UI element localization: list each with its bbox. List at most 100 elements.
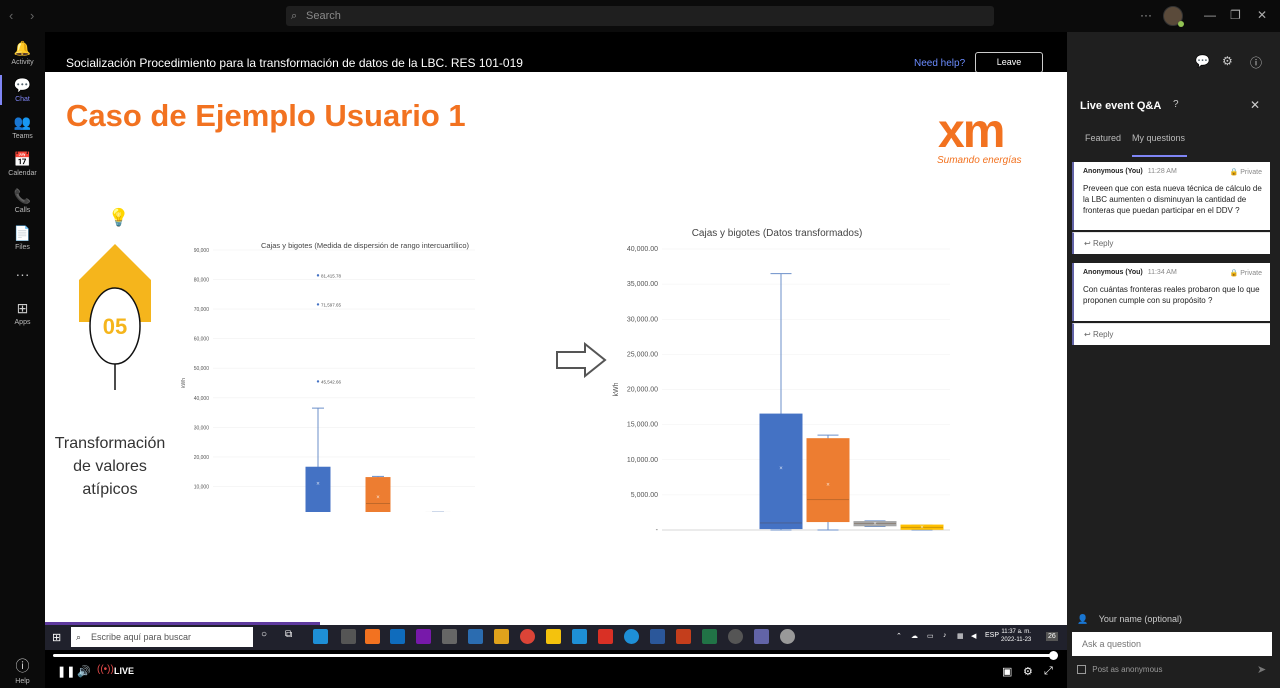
database-icon[interactable]: [442, 629, 457, 644]
powerpoint-icon[interactable]: [676, 629, 691, 644]
teams-app-icon[interactable]: [754, 629, 769, 644]
y-tick-label: 40,000.00: [627, 246, 658, 253]
language-label[interactable]: ESP: [985, 632, 999, 639]
y-tick-label: 30,000.00: [627, 316, 658, 323]
outlier-label: 45,542.66: [321, 379, 342, 384]
cortana-icon[interactable]: ○: [261, 629, 276, 644]
taskbar-search-placeholder: Escribe aquí para buscar: [91, 632, 192, 642]
help-icon[interactable]: ?: [1173, 99, 1179, 110]
y-tick-label: 35,000.00: [627, 281, 658, 288]
progress-bar[interactable]: [53, 654, 1055, 657]
arrow-right-icon: [556, 342, 607, 378]
live-indicator-icon: ((•)): [97, 664, 114, 675]
back-arrow-icon[interactable]: ‹: [9, 8, 13, 23]
minimize-icon[interactable]: —: [1204, 8, 1216, 22]
tab-underline: [1132, 155, 1187, 157]
tray-chevron-icon[interactable]: ⌃: [896, 632, 902, 640]
progress-knob[interactable]: [1049, 651, 1058, 660]
battery-icon[interactable]: ▭: [927, 632, 934, 640]
rail-item-apps[interactable]: ⊞ Apps: [0, 300, 45, 326]
rail-item-help[interactable]: ⓘ Help: [0, 656, 45, 685]
pause-icon[interactable]: ❚❚: [57, 665, 75, 678]
question-card: Anonymous (You) 11:28 AM 🔒 Private Preve…: [1072, 162, 1270, 230]
rail-item-files[interactable]: 📄 Files: [0, 225, 45, 251]
send-icon[interactable]: ➤: [1257, 663, 1266, 676]
search-icon: ⌕: [76, 632, 82, 642]
search-placeholder: Search: [306, 10, 341, 22]
apps-icon: ⊞: [16, 300, 29, 316]
rail-item-calls[interactable]: 📞 Calls: [0, 188, 45, 214]
question-text: Con cuántas fronteras reales probaron qu…: [1083, 285, 1260, 305]
player-controls: ❚❚ 🔊 ((•)) LIVE ▣ ⚙ ⤢: [45, 650, 1067, 688]
info-icon[interactable]: ⓘ: [1250, 54, 1262, 71]
outlook-icon[interactable]: [390, 629, 405, 644]
app-icon[interactable]: [546, 629, 561, 644]
taskbar-clock[interactable]: 11:37 a. m. 2022-11-23: [1001, 628, 1031, 644]
gear-icon[interactable]: ⚙: [1222, 54, 1233, 68]
qa-icon[interactable]: 💬: [1195, 54, 1210, 68]
avatar[interactable]: [1163, 6, 1184, 27]
close-icon[interactable]: ✕: [1250, 98, 1260, 112]
network-icon[interactable]: ▦: [957, 632, 964, 640]
excel-icon[interactable]: [702, 629, 717, 644]
pdf-icon[interactable]: [598, 629, 613, 644]
word-icon[interactable]: [650, 629, 665, 644]
maximize-icon[interactable]: ❐: [1230, 8, 1241, 22]
tab-my-questions[interactable]: My questions: [1132, 133, 1185, 143]
store-icon[interactable]: [341, 629, 356, 644]
more-options-icon[interactable]: ···: [1140, 8, 1152, 22]
folder-icon[interactable]: [494, 629, 509, 644]
name-label: Your name (optional): [1098, 614, 1182, 624]
rail-item-teams[interactable]: 👥 Teams: [0, 114, 45, 140]
windows-taskbar: ⊞ ⌕ Escribe aquí para buscar ○ ⧉ ⌃ ☁ ▭ ♪…: [45, 625, 1067, 650]
xm-app-icon[interactable]: [365, 629, 380, 644]
ask-question-input[interactable]: [1072, 632, 1272, 656]
captions-icon[interactable]: ▣: [1002, 665, 1012, 678]
question-author: Anonymous (You): [1083, 269, 1143, 276]
chrome-icon[interactable]: [520, 629, 535, 644]
volume-icon[interactable]: ◀: [971, 632, 976, 640]
rail-item-calendar[interactable]: 📅 Calendar: [0, 151, 45, 177]
private-badge: 🔒 Private: [1230, 168, 1262, 176]
name-field[interactable]: 👤 Your name (optional): [1077, 614, 1182, 625]
outlier-point: [316, 303, 320, 306]
reply-button[interactable]: ↩ Reply: [1072, 323, 1270, 345]
need-help-link[interactable]: Need help?: [914, 58, 965, 69]
post-anonymous-toggle[interactable]: Post as anonymous: [1077, 665, 1163, 675]
notification-badge[interactable]: 26: [1046, 632, 1058, 641]
edge-icon[interactable]: [313, 629, 328, 644]
leave-button[interactable]: Leave: [975, 52, 1043, 73]
app-icon[interactable]: [624, 629, 639, 644]
settings-icon[interactable]: [728, 629, 743, 644]
settings-icon[interactable]: ⚙: [1023, 665, 1033, 678]
rail-item-activity[interactable]: 🔔 Activity: [0, 40, 45, 66]
cloud-icon[interactable]: ☁: [911, 632, 918, 640]
chart-title: Cajas y bigotes (Medida de dispersión de…: [261, 241, 470, 250]
question-meta: Anonymous (You) 11:28 AM: [1083, 168, 1177, 175]
search-input[interactable]: ⌕ Search: [286, 6, 994, 26]
app-icon[interactable]: [780, 629, 795, 644]
rail-item-chat[interactable]: 💬 Chat: [0, 75, 45, 105]
y-tick-label: 80,000: [194, 278, 210, 284]
live-event-stage: Socialización Procedimiento para la tran…: [45, 32, 1067, 688]
onenote-icon[interactable]: [416, 629, 431, 644]
forward-arrow-icon[interactable]: ›: [30, 8, 34, 23]
windows-start-icon[interactable]: ⊞: [52, 631, 61, 644]
taskbar-search-input[interactable]: ⌕ Escribe aquí para buscar: [71, 627, 253, 647]
fullscreen-icon[interactable]: ⤢: [1044, 665, 1053, 678]
download-icon[interactable]: [572, 629, 587, 644]
task-view-icon[interactable]: ⧉: [285, 629, 300, 644]
question-card: Anonymous (You) 11:34 AM 🔒 Private Con c…: [1072, 263, 1270, 321]
reply-button[interactable]: ↩ Reply: [1072, 232, 1270, 254]
mic-icon[interactable]: ♪: [943, 632, 947, 639]
y-tick-label: 60,000: [194, 337, 210, 343]
tab-featured[interactable]: Featured: [1085, 133, 1121, 143]
close-window-icon[interactable]: ✕: [1257, 8, 1267, 22]
app-icon[interactable]: [468, 629, 483, 644]
calendar-icon: 📅: [13, 151, 32, 167]
rail-item-more[interactable]: ···: [0, 266, 45, 284]
anonymous-checkbox[interactable]: [1077, 665, 1086, 675]
step-description: Transformación de valores atípicos: [45, 432, 175, 501]
volume-icon[interactable]: 🔊: [77, 665, 91, 678]
clock-date: 2022-11-23: [1001, 637, 1032, 643]
